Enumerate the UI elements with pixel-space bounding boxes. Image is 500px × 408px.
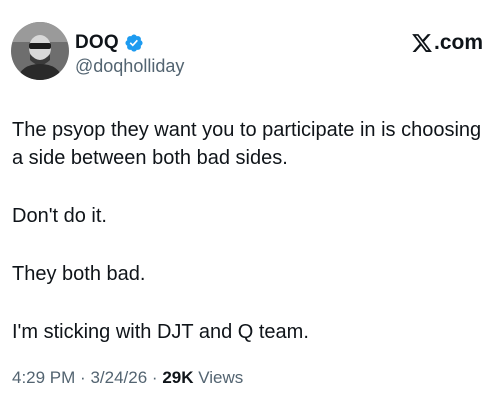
avatar-photo-icon	[11, 22, 69, 80]
tweet-paragraph: Don't do it.	[12, 205, 107, 227]
tweet-date[interactable]: 3/24/26	[90, 368, 147, 387]
avatar[interactable]	[11, 22, 69, 80]
x-logo-icon	[411, 32, 433, 54]
verified-badge-icon	[124, 33, 144, 53]
views-count[interactable]: 29K	[162, 368, 193, 387]
tweet-time[interactable]: 4:29 PM	[12, 368, 75, 387]
author-display-name[interactable]: DOQ	[75, 32, 119, 54]
meta-separator: ·	[151, 368, 158, 387]
tweet-paragraph: The psyop they want you to participate i…	[12, 119, 482, 169]
tweet-text: The psyop they want you to participate i…	[12, 116, 492, 376]
author-handle[interactable]: @doqholliday	[75, 56, 184, 77]
author-name-row[interactable]: DOQ	[75, 31, 144, 55]
views-label: Views	[198, 368, 244, 387]
meta-separator: ·	[80, 368, 86, 387]
tweet-meta: 4:29 PM · 3/24/26 · 29K Views	[12, 368, 243, 388]
tweet-paragraph: They both bad.	[12, 263, 146, 285]
tweet-card: DOQ @doqholliday .com The psyop they wan…	[0, 0, 500, 408]
brand-domain-text: .com	[433, 31, 483, 54]
brand-logo: .com	[411, 32, 483, 54]
tweet-paragraph: I'm sticking with DJT and Q team.	[12, 321, 309, 343]
